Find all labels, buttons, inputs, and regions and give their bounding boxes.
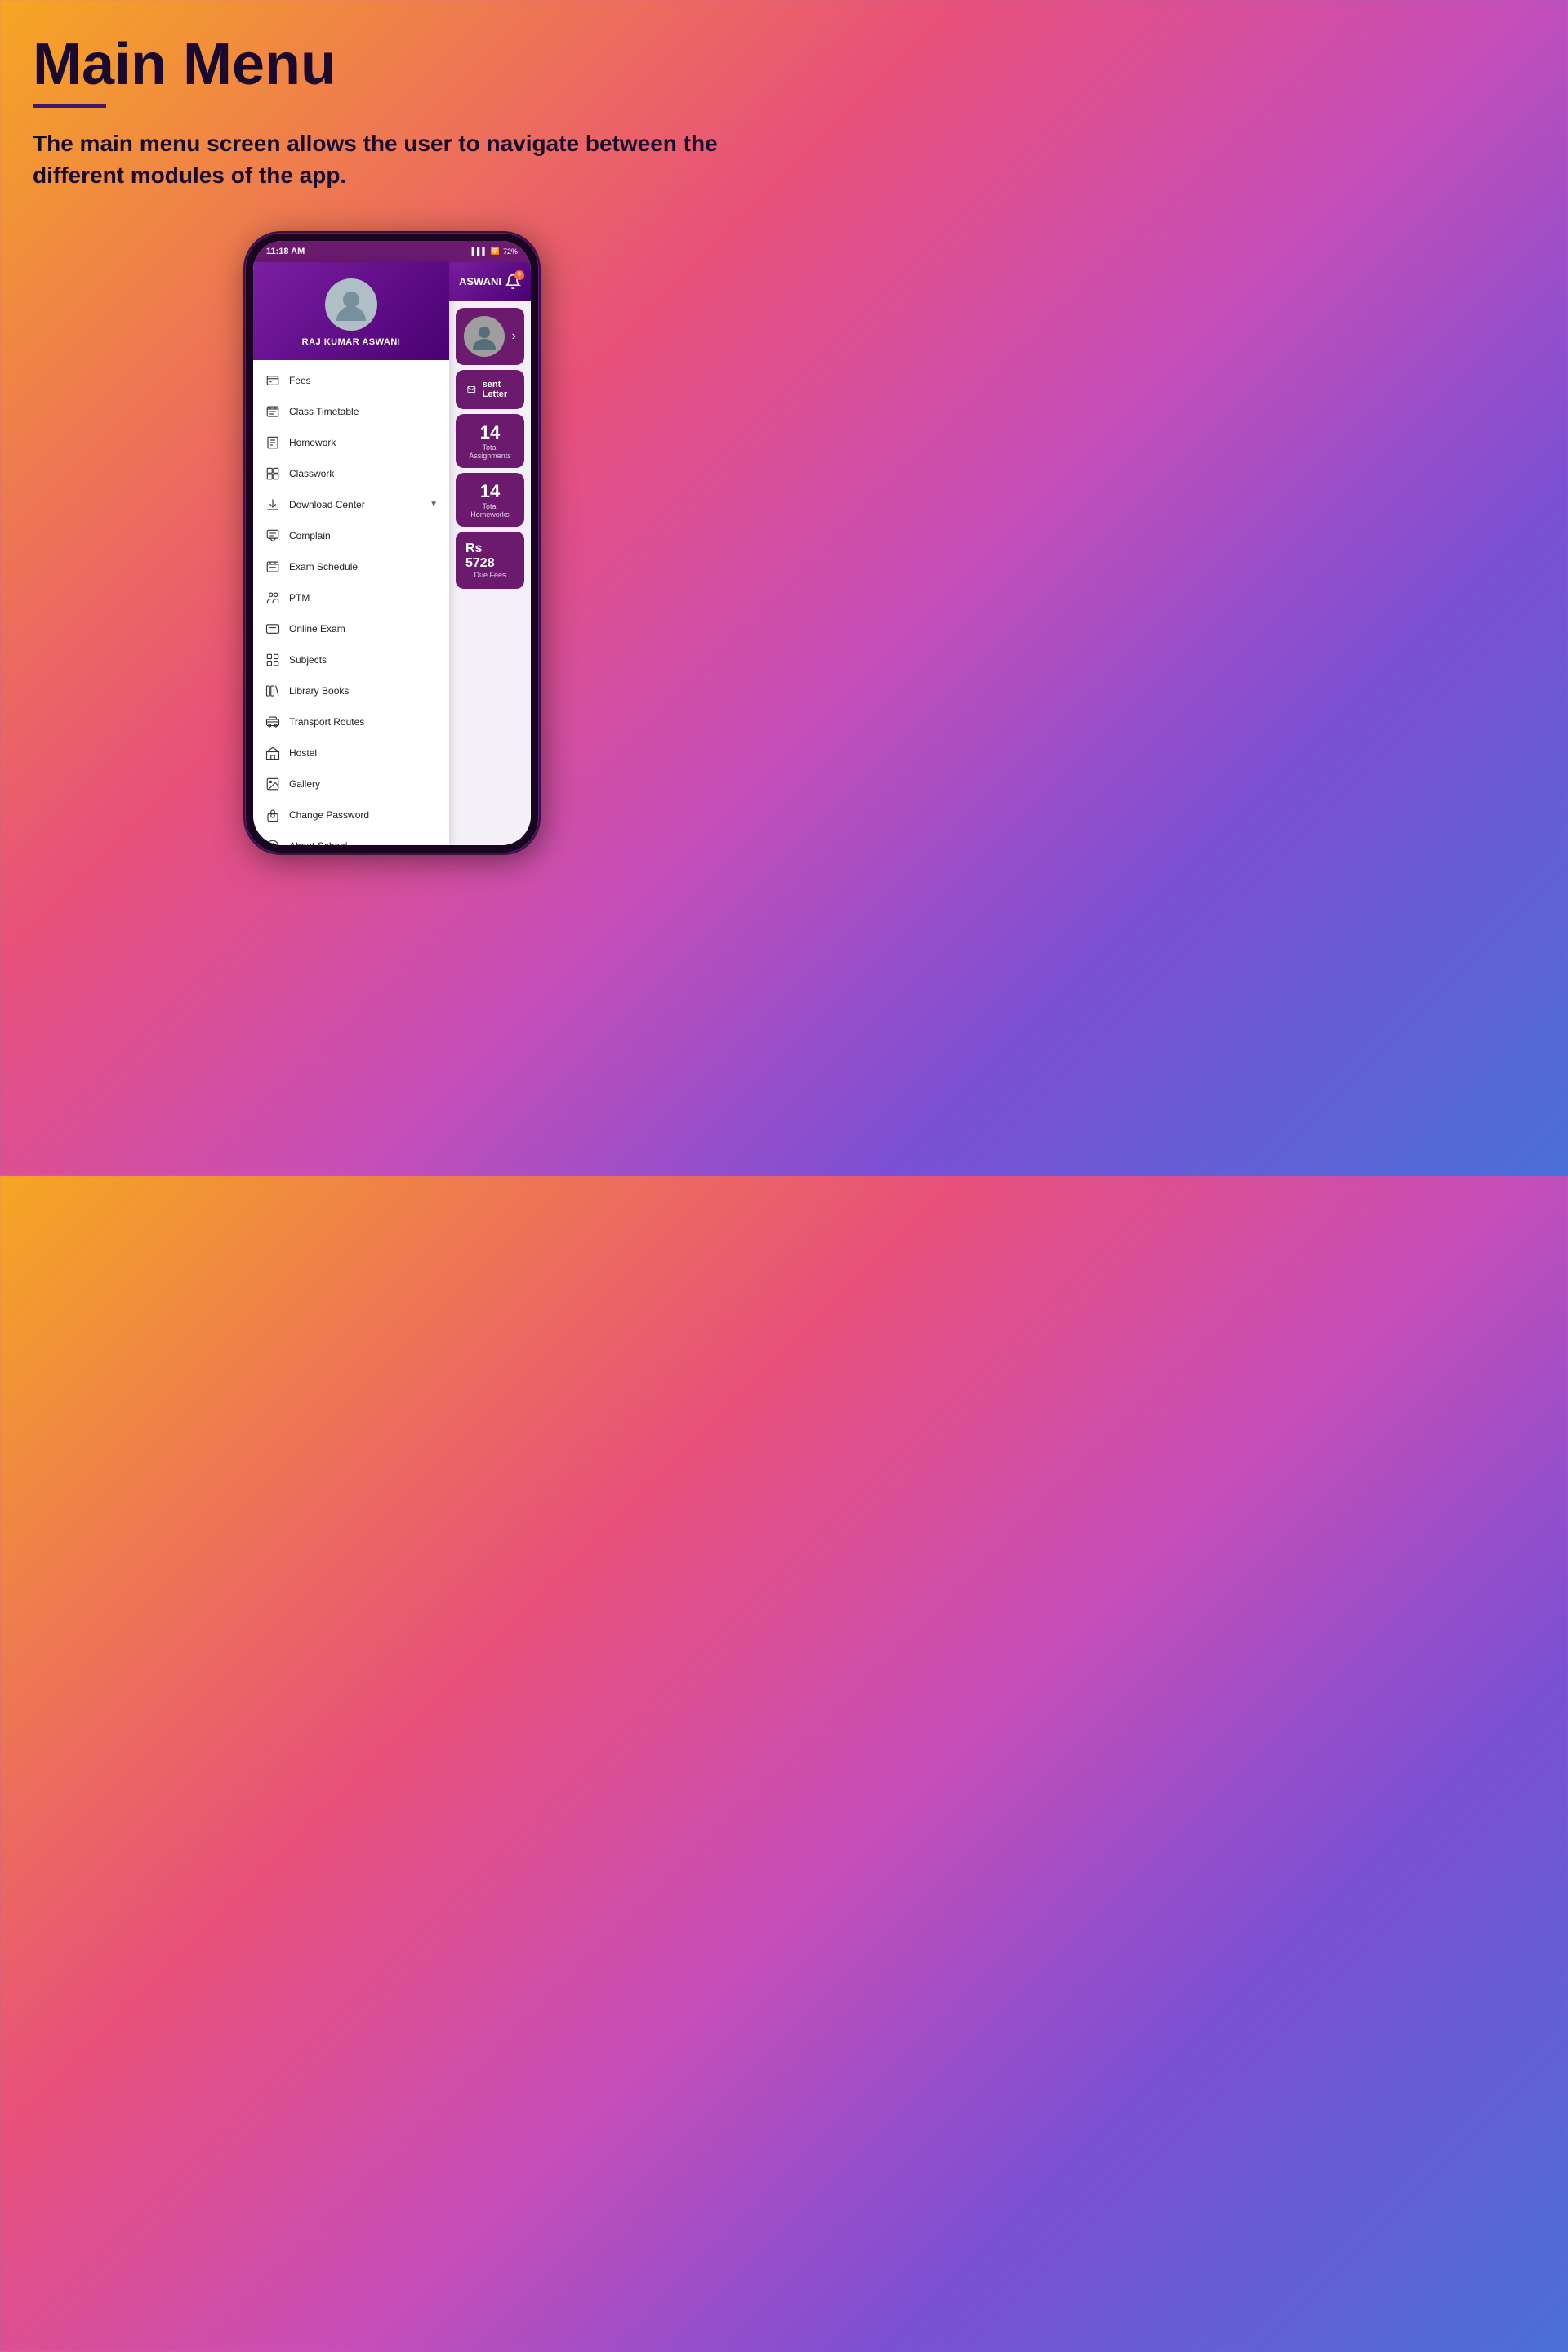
ptm-icon xyxy=(265,590,281,606)
online-exam-label: Online Exam xyxy=(289,623,438,635)
subjects-label: Subjects xyxy=(289,654,438,666)
exam-schedule-label: Exam Schedule xyxy=(289,561,438,572)
notification-badge: 0 xyxy=(514,270,524,280)
menu-item-change-password[interactable]: Change Password xyxy=(253,800,449,831)
about-icon xyxy=(265,838,281,845)
menu-item-ptm[interactable]: PTM xyxy=(253,582,449,613)
main-body: › sent Letter xyxy=(449,301,531,595)
transport-icon xyxy=(265,714,281,730)
fees-amount: Rs 5728 xyxy=(466,541,514,571)
main-header: ASWANI 0 xyxy=(449,262,531,301)
menu-item-complain[interactable]: Complain xyxy=(253,520,449,551)
homework-icon xyxy=(265,434,281,451)
homeworks-card[interactable]: 14 Total Homeworks xyxy=(456,473,524,527)
online-exam-icon xyxy=(265,621,281,637)
homeworks-count: 14 xyxy=(480,481,500,502)
wifi-icon: 🛜 xyxy=(491,247,500,256)
complain-label: Complain xyxy=(289,530,438,541)
letter-icon xyxy=(467,383,476,396)
status-bar: 11:18 AM ▌▌▌ 🛜 72% xyxy=(253,241,531,262)
about-label: About School xyxy=(289,840,438,845)
menu-item-subjects[interactable]: Subjects xyxy=(253,644,449,675)
fees-label: Fees xyxy=(289,375,438,386)
page-wrapper: Main Menu The main menu screen allows th… xyxy=(0,0,784,1176)
hostel-icon xyxy=(265,745,281,761)
assignments-label: Total Assignments xyxy=(462,443,518,460)
exam-schedule-icon xyxy=(265,559,281,575)
profile-chevron-icon: › xyxy=(512,329,516,344)
page-description: The main menu screen allows the user to … xyxy=(33,127,735,191)
phone-device: 11:18 AM ▌▌▌ 🛜 72% xyxy=(245,233,539,853)
profile-avatar xyxy=(464,316,505,357)
homeworks-label: Total Homeworks xyxy=(462,502,518,519)
menu-item-about[interactable]: About School xyxy=(253,831,449,845)
classwork-icon xyxy=(265,466,281,482)
classwork-label: Classwork xyxy=(289,468,438,479)
battery-icon: 72% xyxy=(503,247,518,256)
title-underline xyxy=(33,104,106,108)
fees-icon xyxy=(265,372,281,389)
status-icons: ▌▌▌ 🛜 72% xyxy=(472,247,518,256)
menu-item-online-exam[interactable]: Online Exam xyxy=(253,613,449,644)
hostel-label: Hostel xyxy=(289,747,438,759)
homeworks-row: 14 Total Homeworks xyxy=(456,473,524,527)
download-icon xyxy=(265,497,281,513)
fees-card[interactable]: Rs 5728 Due Fees xyxy=(456,532,524,589)
sidebar-drawer: RAJ KUMAR ASWANI Fees xyxy=(253,262,449,845)
password-icon xyxy=(265,807,281,823)
status-time: 11:18 AM xyxy=(266,247,305,256)
header-icons: 0 xyxy=(501,270,531,293)
subjects-icon xyxy=(265,652,281,668)
timetable-label: Class Timetable xyxy=(289,406,438,417)
library-label: Library Books xyxy=(289,685,438,697)
main-header-title: ASWANI xyxy=(459,275,501,287)
phone-container: 11:18 AM ▌▌▌ 🛜 72% xyxy=(33,233,751,853)
sidebar-user-name: RAJ KUMAR ASWANI xyxy=(302,337,401,347)
signal-icon: ▌▌▌ xyxy=(472,247,488,256)
menu-item-fees[interactable]: Fees xyxy=(253,365,449,396)
page-title: Main Menu xyxy=(33,33,751,97)
assignments-card[interactable]: 14 Total Assignments xyxy=(456,414,524,468)
menu-item-download[interactable]: Download Center ▼ xyxy=(253,489,449,520)
ptm-label: PTM xyxy=(289,592,438,604)
app-screen: RAJ KUMAR ASWANI Fees xyxy=(253,262,531,845)
profile-card[interactable]: › xyxy=(456,308,524,365)
absent-letter-label: sent Letter xyxy=(483,380,513,399)
homework-label: Homework xyxy=(289,437,438,448)
fees-label-text: Due Fees xyxy=(474,571,506,579)
transport-label: Transport Routes xyxy=(289,716,438,728)
assignments-count: 14 xyxy=(480,422,500,443)
menu-item-transport[interactable]: Transport Routes xyxy=(253,706,449,737)
avatar xyxy=(325,278,377,331)
absent-letter-card[interactable]: sent Letter xyxy=(456,370,524,409)
menu-item-hostel[interactable]: Hostel xyxy=(253,737,449,768)
gallery-icon xyxy=(265,776,281,792)
phone-screen: 11:18 AM ▌▌▌ 🛜 72% xyxy=(253,241,531,845)
timetable-icon xyxy=(265,403,281,420)
menu-item-exam-schedule[interactable]: Exam Schedule xyxy=(253,551,449,582)
menu-item-library[interactable]: Library Books xyxy=(253,675,449,706)
menu-item-gallery[interactable]: Gallery xyxy=(253,768,449,800)
download-label: Download Center xyxy=(289,499,421,510)
complain-icon xyxy=(265,528,281,544)
stats-row: 14 Total Assignments xyxy=(456,414,524,468)
menu-item-classwork[interactable]: Classwork xyxy=(253,458,449,489)
sidebar-menu[interactable]: Fees Class Timetable xyxy=(253,360,449,845)
library-icon xyxy=(265,683,281,699)
menu-item-timetable[interactable]: Class Timetable xyxy=(253,396,449,427)
sidebar-header: RAJ KUMAR ASWANI xyxy=(253,262,449,360)
menu-item-homework[interactable]: Homework xyxy=(253,427,449,458)
download-arrow-icon: ▼ xyxy=(430,500,438,509)
main-content: ASWANI 0 xyxy=(449,262,531,845)
gallery-label: Gallery xyxy=(289,778,438,790)
change-password-label: Change Password xyxy=(289,809,438,821)
notification-button[interactable]: 0 xyxy=(501,270,524,293)
